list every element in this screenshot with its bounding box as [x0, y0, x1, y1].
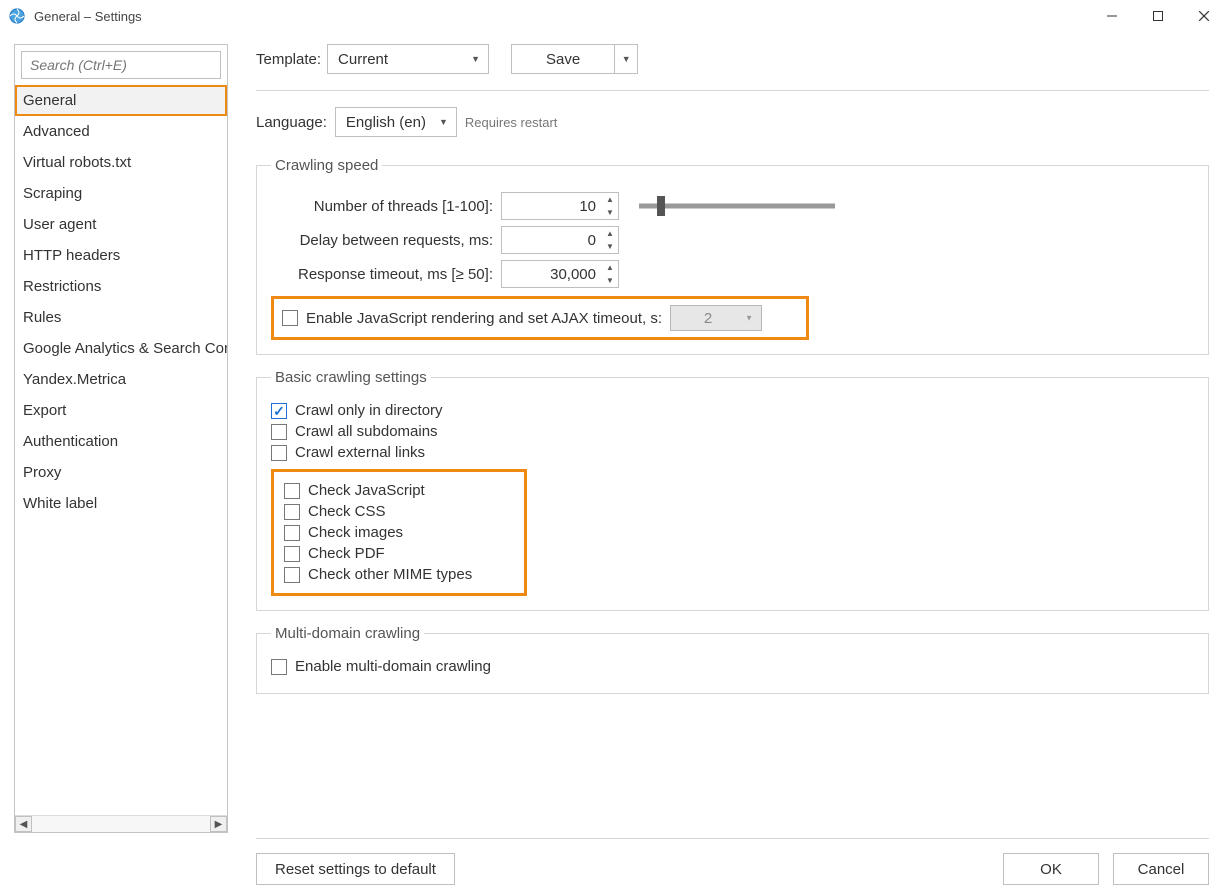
crawl-all-sub-checkbox[interactable]: Crawl all subdomains	[271, 423, 1194, 440]
check-pdf-label: Check PDF	[308, 545, 385, 562]
check-types-highlight-box: Check JavaScript Check CSS Check images …	[271, 469, 527, 596]
threads-value: 10	[502, 193, 602, 219]
delay-up-icon[interactable]: ▲	[602, 227, 618, 240]
nav-item-yandex[interactable]: Yandex.Metrica	[15, 364, 227, 395]
check-css-label: Check CSS	[308, 503, 386, 520]
titlebar: General – Settings	[0, 0, 1227, 32]
threads-up-icon[interactable]: ▲	[602, 193, 618, 206]
check-images-label: Check images	[308, 524, 403, 541]
footer: Reset settings to default OK Cancel	[256, 853, 1209, 885]
close-button[interactable]	[1181, 0, 1227, 32]
main-panel: Template: Current Save ▼ Language: Engli…	[256, 44, 1209, 833]
checkbox-icon	[271, 424, 287, 440]
delay-stepper[interactable]: 0 ▲ ▼	[501, 226, 619, 254]
nav-item-user-agent[interactable]: User agent	[15, 209, 227, 240]
save-dropdown-arrow[interactable]: ▼	[615, 45, 637, 73]
nav-item-export[interactable]: Export	[15, 395, 227, 426]
nav-item-restrictions[interactable]: Restrictions	[15, 271, 227, 302]
checkbox-icon	[282, 310, 298, 326]
timeout-down-icon[interactable]: ▼	[602, 274, 618, 287]
ajax-timeout-value: 2	[704, 310, 728, 327]
threads-label: Number of threads [1-100]:	[271, 198, 501, 215]
checkbox-icon	[284, 483, 300, 499]
delay-value: 0	[502, 227, 602, 253]
minimize-button[interactable]	[1089, 0, 1135, 32]
app-icon	[8, 7, 26, 25]
timeout-up-icon[interactable]: ▲	[602, 261, 618, 274]
restart-hint: Requires restart	[465, 115, 557, 130]
timeout-label: Response timeout, ms [≥ 50]:	[271, 266, 501, 283]
timeout-stepper[interactable]: 30,000 ▲ ▼	[501, 260, 619, 288]
nav-item-http-headers[interactable]: HTTP headers	[15, 240, 227, 271]
checkbox-icon	[271, 403, 287, 419]
language-select[interactable]: English (en)	[335, 107, 457, 137]
threads-slider[interactable]	[639, 196, 835, 216]
group-multi-domain: Multi-domain crawling Enable multi-domai…	[256, 625, 1209, 694]
checkbox-icon	[284, 567, 300, 583]
scroll-left-icon[interactable]: ◀	[15, 816, 32, 832]
reset-button[interactable]: Reset settings to default	[256, 853, 455, 885]
ajax-timeout-select: 2	[670, 305, 762, 331]
check-images-checkbox[interactable]: Check images	[284, 524, 514, 541]
enable-multidomain-label: Enable multi-domain crawling	[295, 658, 491, 675]
language-value: English (en)	[346, 114, 426, 131]
language-label: Language:	[256, 114, 327, 131]
nav-item-ga-sc[interactable]: Google Analytics & Search Console	[15, 333, 227, 364]
search-input[interactable]	[21, 51, 221, 79]
sidebar: General Advanced Virtual robots.txt Scra…	[14, 44, 228, 833]
ajax-highlight-box: Enable JavaScript rendering and set AJAX…	[271, 296, 809, 340]
timeout-value: 30,000	[502, 261, 602, 287]
crawl-only-dir-checkbox[interactable]: Crawl only in directory	[271, 402, 1194, 419]
check-pdf-checkbox[interactable]: Check PDF	[284, 545, 514, 562]
check-css-checkbox[interactable]: Check CSS	[284, 503, 514, 520]
checkbox-icon	[284, 525, 300, 541]
slider-thumb[interactable]	[657, 196, 665, 216]
cancel-button[interactable]: Cancel	[1113, 853, 1209, 885]
delay-down-icon[interactable]: ▼	[602, 240, 618, 253]
window-controls	[1089, 0, 1227, 32]
ajax-checkbox[interactable]: Enable JavaScript rendering and set AJAX…	[282, 310, 662, 327]
checkbox-icon	[271, 659, 287, 675]
checkbox-icon	[284, 546, 300, 562]
template-select[interactable]: Current	[327, 44, 489, 74]
nav-list: General Advanced Virtual robots.txt Scra…	[15, 85, 227, 815]
nav-item-advanced[interactable]: Advanced	[15, 116, 227, 147]
threads-stepper[interactable]: 10 ▲ ▼	[501, 192, 619, 220]
nav-item-virtual-robots[interactable]: Virtual robots.txt	[15, 147, 227, 178]
template-value: Current	[338, 51, 388, 68]
ajax-label: Enable JavaScript rendering and set AJAX…	[306, 310, 662, 327]
crawl-external-checkbox[interactable]: Crawl external links	[271, 444, 1194, 461]
basic-legend: Basic crawling settings	[271, 369, 431, 386]
save-button[interactable]: Save	[512, 45, 615, 73]
nav-item-general[interactable]: General	[15, 85, 227, 116]
nav-item-white-label[interactable]: White label	[15, 488, 227, 519]
nav-item-proxy[interactable]: Proxy	[15, 457, 227, 488]
nav-item-rules[interactable]: Rules	[15, 302, 227, 333]
delay-label: Delay between requests, ms:	[271, 232, 501, 249]
enable-multidomain-checkbox[interactable]: Enable multi-domain crawling	[271, 658, 1194, 675]
nav-item-authentication[interactable]: Authentication	[15, 426, 227, 457]
maximize-button[interactable]	[1135, 0, 1181, 32]
checkbox-icon	[284, 504, 300, 520]
save-split-button[interactable]: Save ▼	[511, 44, 638, 74]
sidebar-hscroll[interactable]: ◀ ▶	[15, 815, 227, 832]
checkbox-icon	[271, 445, 287, 461]
group-basic-crawling: Basic crawling settings Crawl only in di…	[256, 369, 1209, 611]
multidomain-legend: Multi-domain crawling	[271, 625, 424, 642]
nav-item-scraping[interactable]: Scraping	[15, 178, 227, 209]
group-crawling-speed: Crawling speed Number of threads [1-100]…	[256, 157, 1209, 355]
window-title: General – Settings	[34, 9, 142, 24]
crawling-speed-legend: Crawling speed	[271, 157, 382, 174]
check-other-label: Check other MIME types	[308, 566, 472, 583]
check-other-checkbox[interactable]: Check other MIME types	[284, 566, 514, 583]
threads-down-icon[interactable]: ▼	[602, 206, 618, 219]
scroll-right-icon[interactable]: ▶	[210, 816, 227, 832]
crawl-external-label: Crawl external links	[295, 444, 425, 461]
check-js-checkbox[interactable]: Check JavaScript	[284, 482, 514, 499]
template-label: Template:	[256, 51, 321, 68]
check-js-label: Check JavaScript	[308, 482, 425, 499]
crawl-only-dir-label: Crawl only in directory	[295, 402, 443, 419]
crawl-all-sub-label: Crawl all subdomains	[295, 423, 438, 440]
ok-button[interactable]: OK	[1003, 853, 1099, 885]
